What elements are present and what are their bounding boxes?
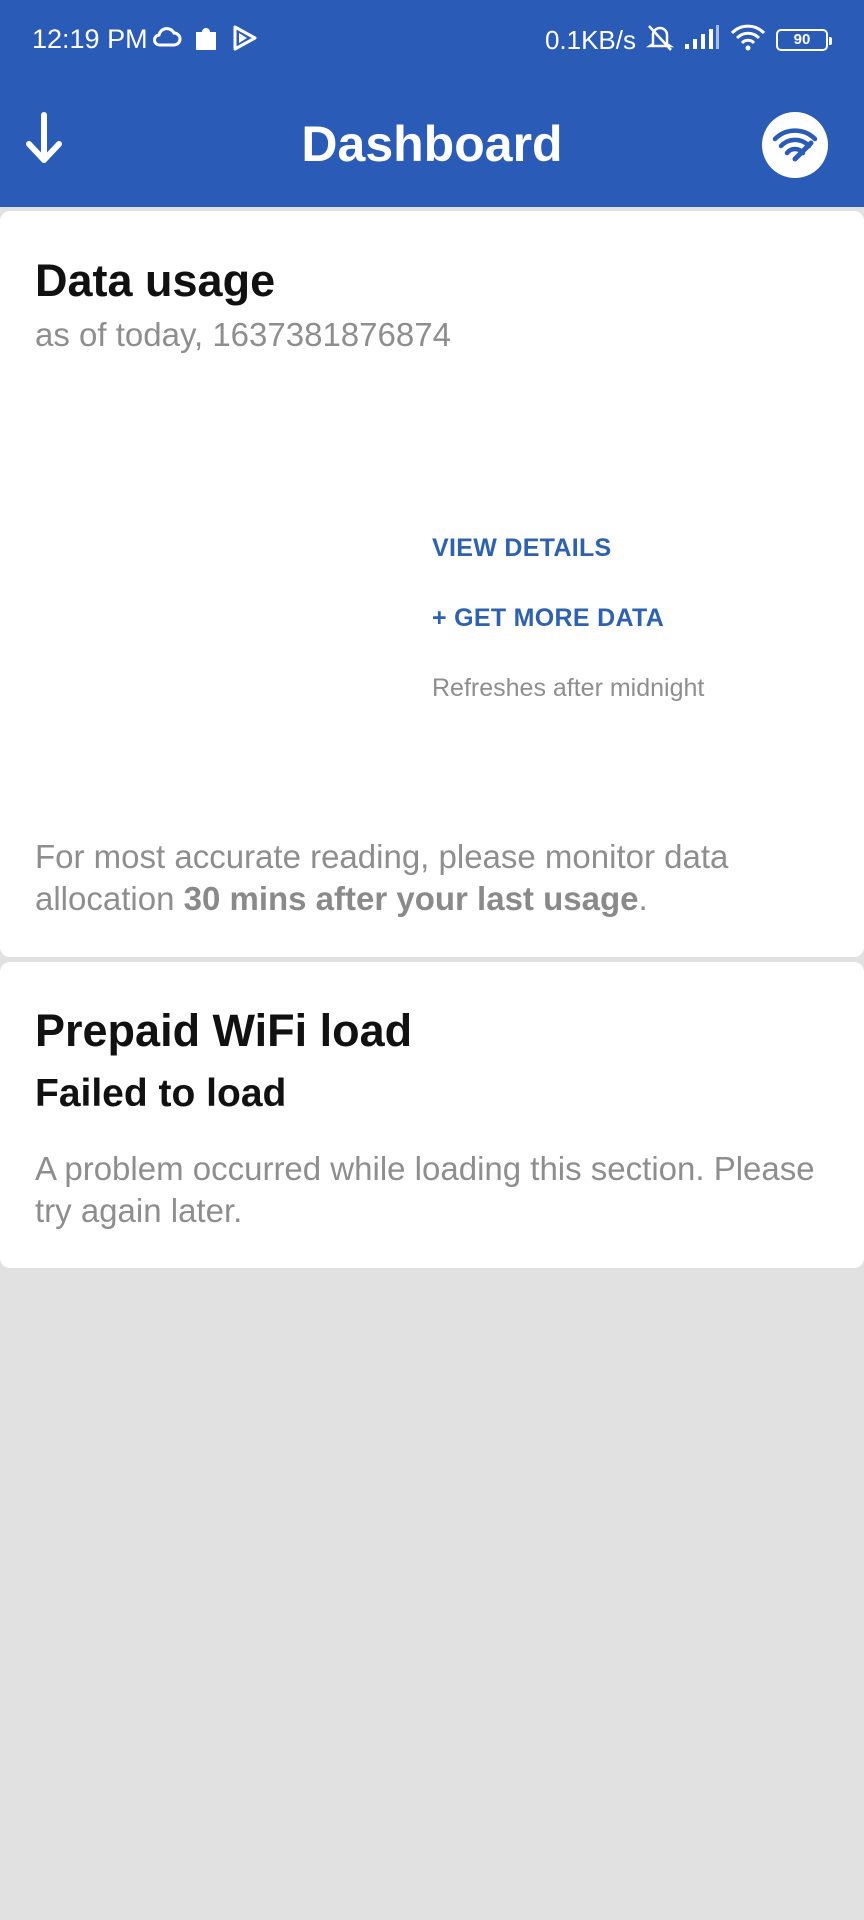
wifi-icon (730, 23, 766, 56)
prepaid-wifi-title: Prepaid WiFi load (35, 1005, 413, 1056)
data-usage-title: Data usage (35, 255, 276, 306)
net-speed: 0.1KB/s (544, 24, 636, 55)
load-status: Failed to load (35, 1072, 287, 1115)
status-time: 12:19 PM (32, 24, 148, 54)
bell-off-icon (645, 22, 675, 57)
status-left-icons (152, 24, 258, 57)
status-bar: 12:19 PM 0.1KB/s 90 (0, 0, 864, 78)
prepaid-wifi-card: Prepaid WiFi load Failed to load A probl… (0, 962, 864, 1268)
view-details-link[interactable]: VIEW DETAILS (432, 532, 612, 564)
signal-icon (684, 24, 720, 55)
play-icon (230, 24, 258, 57)
refresh-note: Refreshes after midnight (432, 674, 705, 702)
accuracy-note-suffix: . (638, 880, 648, 917)
status-right: 0.1KB/s 90 (544, 22, 832, 57)
page-title: Dashboard (301, 116, 563, 172)
battery-icon: 90 (776, 28, 832, 51)
cloud-icon (152, 27, 182, 54)
error-message: A problem occurred while loading this se… (35, 1150, 815, 1229)
wifi-wrench-icon[interactable] (762, 112, 828, 178)
accuracy-note: For most accurate reading, please monito… (35, 836, 835, 920)
as-of-date: as of today, 1637381876874 (35, 316, 451, 353)
app-header: 12:19 PM 0.1KB/s 90 Dashboard (0, 0, 864, 207)
get-more-data-link[interactable]: + GET MORE DATA (432, 602, 664, 634)
data-usage-card: Data usage as of today, 1637381876874 VI… (0, 211, 864, 957)
puzzle-icon (192, 24, 220, 57)
accuracy-note-bold: 30 mins after your last usage (183, 880, 639, 917)
